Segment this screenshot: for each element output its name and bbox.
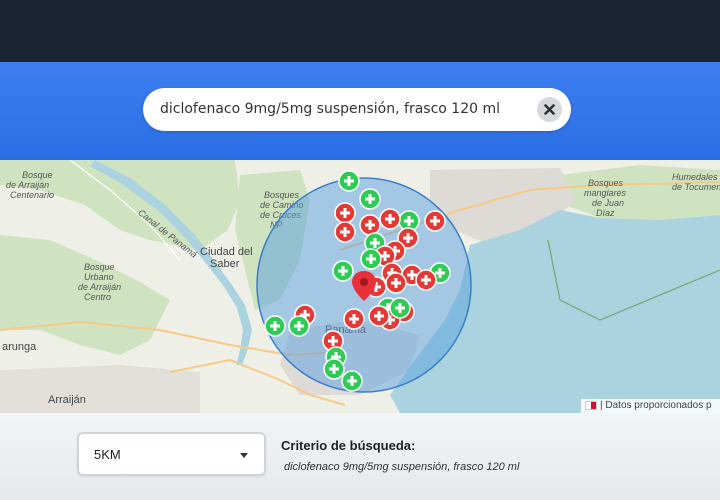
pharmacy-marker-unavailable[interactable] [343, 308, 365, 330]
search-input[interactable]: diclofenaco 9mg/5mg suspensión, frasco 1… [160, 101, 500, 117]
pharmacy-marker-available[interactable] [332, 260, 354, 282]
pharmacy-marker-unavailable[interactable] [379, 208, 401, 230]
close-icon [544, 104, 555, 115]
pharmacy-marker-available[interactable] [341, 370, 363, 392]
pharmacy-marker-unavailable[interactable] [359, 214, 381, 236]
search-box[interactable]: diclofenaco 9mg/5mg suspensión, frasco 1… [143, 88, 571, 131]
pharmacy-marker-unavailable[interactable] [424, 210, 446, 232]
map-label-carunga: arunga [2, 341, 37, 353]
pharmacy-marker-available[interactable] [264, 315, 286, 337]
radius-select-value: 5KM [94, 447, 121, 462]
pharmacy-marker-unavailable[interactable] [385, 272, 407, 294]
pharmacy-marker-unavailable[interactable] [415, 269, 437, 291]
criteria-value: diclofenaco 9mg/5mg suspensión, frasco 1… [284, 461, 520, 473]
pharmacy-map[interactable]: Bosque de Arraiján Centenario Bosques de Ca… [0, 160, 720, 413]
pharmacy-marker-available[interactable] [359, 188, 381, 210]
pharmacy-marker-available[interactable] [323, 358, 345, 380]
pharmacy-marker-available[interactable] [360, 248, 382, 270]
map-label-arraijan: Arraiján [48, 394, 86, 406]
clear-search-button[interactable] [537, 97, 562, 122]
pharmacy-marker-available[interactable] [338, 170, 360, 192]
map-canvas[interactable]: Bosque de Arraiján Centenario Bosques de Ca… [0, 160, 720, 413]
map-label-humedales: Humedales de Tocumen [672, 172, 720, 192]
pharmacy-marker-unavailable[interactable] [368, 305, 390, 327]
pharmacy-marker-unavailable[interactable] [334, 202, 356, 224]
pharmacy-marker-available[interactable] [389, 297, 411, 319]
map-attribution[interactable]: | Datos proporcionados p [581, 399, 720, 413]
caret-down-icon [240, 453, 248, 458]
top-app-bar [0, 0, 720, 62]
panama-flag-icon [585, 400, 597, 410]
pharmacy-marker-unavailable[interactable] [334, 221, 356, 243]
pharmacy-marker-available[interactable] [288, 315, 310, 337]
radius-select[interactable]: 5KM [77, 432, 266, 476]
criteria-label: Criterio de búsqueda: [281, 438, 416, 453]
